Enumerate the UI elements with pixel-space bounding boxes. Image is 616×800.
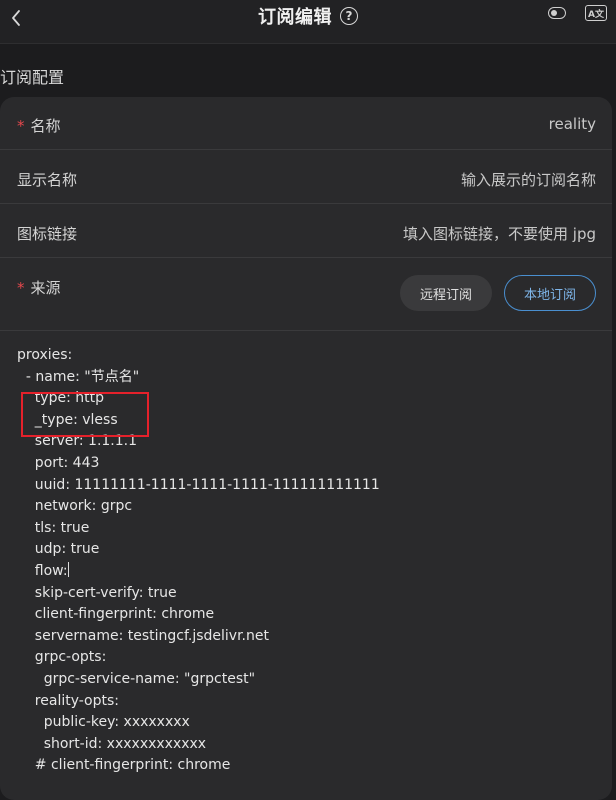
remote-subscription-button[interactable]: 远程订阅	[400, 275, 492, 311]
source-label: * 来源	[17, 279, 61, 297]
code-line: udp: true	[17, 541, 100, 558]
icon-link-input[interactable]: 填入图标链接，不要使用 jpg	[403, 223, 596, 244]
code-line: server: 1.1.1.1	[17, 433, 138, 450]
icon-link-label: 图标链接	[17, 225, 78, 243]
translate-icon[interactable]: A文	[585, 5, 607, 21]
required-mark: *	[17, 279, 25, 297]
code-line: skip-cert-verify: true	[17, 584, 177, 601]
code-line: short-id: xxxxxxxxxxxx	[17, 735, 207, 752]
code-line: grpc-service-name: "grpctest"	[17, 670, 256, 687]
code-line: _type: vless	[17, 411, 118, 428]
name-input[interactable]: reality	[549, 115, 596, 133]
code-line: grpc-opts:	[17, 649, 107, 666]
display-name-row[interactable]: 显示名称 输入展示的订阅名称	[0, 151, 612, 204]
name-row[interactable]: * 名称 reality	[0, 97, 612, 150]
form-card: * 名称 reality 显示名称 输入展示的订阅名称 图标链接 填入图标链接，不…	[0, 97, 612, 800]
code-line: network: grpc	[17, 498, 133, 515]
local-subscription-button[interactable]: 本地订阅	[504, 275, 596, 311]
required-mark: *	[17, 117, 25, 135]
code-line: client-fingerprint: chrome	[17, 606, 215, 623]
code-line: public-key: xxxxxxxx	[17, 714, 190, 731]
name-label: * 名称	[17, 117, 61, 135]
code-line: tls: true	[17, 519, 90, 536]
code-line: servername: testingcf.jsdelivr.net	[17, 627, 269, 644]
toggle-icon[interactable]	[548, 7, 566, 19]
code-line: type: http	[17, 390, 104, 407]
code-line: uuid: 11111111-1111-1111-1111-1111111111…	[17, 476, 380, 493]
code-line: reality-opts:	[17, 692, 120, 709]
section-title: 订阅配置	[0, 68, 65, 87]
code-line: proxies:	[17, 347, 73, 363]
page-title: 订阅编辑	[258, 7, 332, 28]
code-line: port: 443	[17, 454, 100, 471]
text-caret	[67, 561, 69, 577]
code-line-with-caret: flow:	[17, 561, 69, 579]
title-group: 订阅编辑 ?	[0, 4, 616, 28]
code-line: # client-fingerprint: chrome	[17, 757, 231, 774]
yaml-editor[interactable]: proxies: - name: "节点名" type: http _type:…	[17, 345, 607, 777]
display-name-label: 显示名称	[17, 171, 78, 189]
icon-link-row[interactable]: 图标链接 填入图标链接，不要使用 jpg	[0, 205, 612, 258]
display-name-input[interactable]: 输入展示的订阅名称	[461, 169, 596, 190]
code-line: - name: "节点名"	[17, 368, 140, 385]
top-bar: 订阅编辑 ? A文	[0, 0, 616, 44]
help-icon[interactable]: ?	[340, 7, 358, 25]
